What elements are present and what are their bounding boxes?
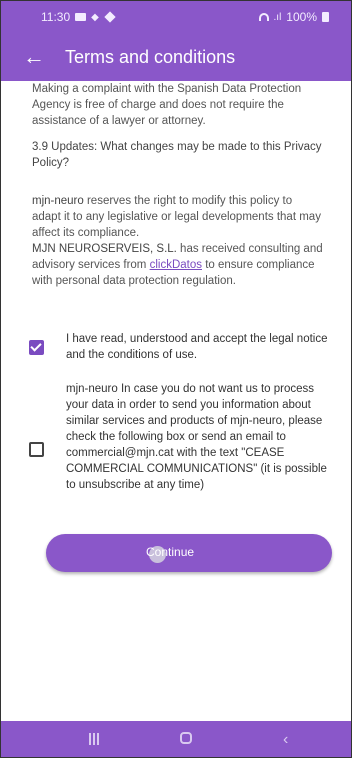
phone-screen: 11:30 ◆ .ıl 100% ← Terms and conditions … [0, 0, 352, 758]
company-name: MJN NEUROSERVEIS, S.L. [32, 243, 177, 255]
home-icon[interactable] [180, 732, 192, 744]
status-time: 11:30 [41, 10, 71, 24]
battery-level: 100% [286, 10, 317, 24]
terms-content[interactable]: Making a complaint with the Spanish Data… [1, 81, 351, 721]
paragraph-complaint: Making a complaint with the Spanish Data… [32, 83, 302, 127]
arrow-left-icon[interactable]: ← [23, 45, 49, 71]
continue-label: Continue [146, 545, 195, 559]
message-icon [75, 13, 87, 21]
clickdatos-link[interactable]: clickDatos [150, 259, 202, 271]
app-bar: ← Terms and conditions [1, 35, 351, 81]
accept-terms-label: I have read, understood and accept the l… [66, 333, 328, 361]
brand-name: mjn-neuro [32, 195, 84, 207]
marketing-optout-checkbox[interactable] [29, 442, 44, 457]
status-left: 11:30 ◆ [41, 10, 116, 24]
heart-icon [104, 11, 116, 23]
vibrate-icon: ◆ [91, 11, 99, 23]
back-icon[interactable]: ‹ [283, 732, 288, 748]
paragraph-updates: mjn-neuro reserves the right to modify t… [32, 193, 324, 289]
recent-apps-icon[interactable] [89, 733, 101, 745]
battery-icon [322, 12, 329, 22]
marketing-optout-label: mjn-neuro In case you do not want us to … [66, 383, 327, 491]
status-right: .ıl 100% [258, 10, 329, 24]
system-nav-bar: ‹ [1, 721, 351, 757]
page-title: Terms and conditions [65, 47, 236, 67]
signal-icon: .ıl [273, 11, 282, 23]
continue-button[interactable]: Continue [46, 534, 332, 572]
section-heading-updates: 3.9 Updates: What changes may be made to… [32, 141, 322, 169]
status-bar: 11:30 ◆ .ıl 100% [1, 1, 351, 35]
checkmark-icon [30, 340, 42, 352]
wifi-icon [258, 13, 269, 21]
accept-terms-checkbox[interactable] [29, 340, 44, 355]
